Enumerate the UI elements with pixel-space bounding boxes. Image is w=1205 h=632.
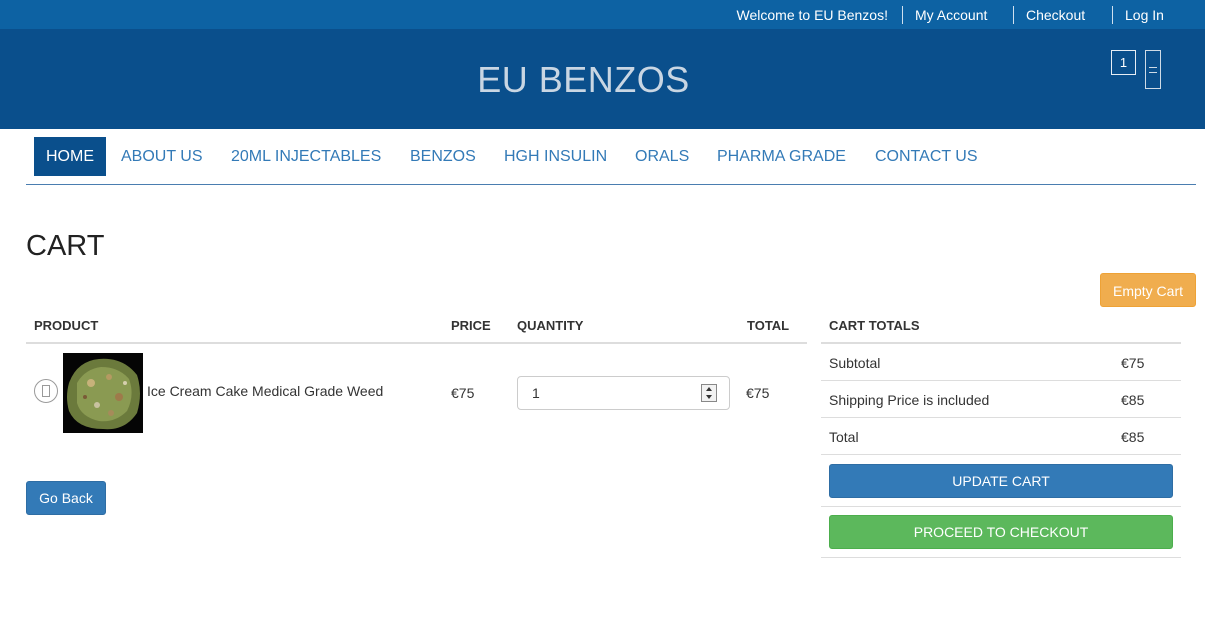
empty-cart-button[interactable]: Empty Cart: [1100, 273, 1196, 307]
site-header: EU BENZOS 1: [0, 29, 1205, 129]
col-price: PRICE: [451, 318, 491, 333]
go-back-button[interactable]: Go Back: [26, 481, 106, 515]
product-thumbnail[interactable]: [63, 353, 143, 433]
subtotal-label: Subtotal: [829, 355, 881, 371]
total-value: €85: [1121, 429, 1145, 445]
update-cart-button[interactable]: UPDATE CART: [829, 464, 1173, 498]
checkout-link[interactable]: Checkout: [1013, 5, 1112, 24]
quantity-stepper[interactable]: 1: [517, 376, 730, 410]
totals-row-subtotal: Subtotal €75: [821, 344, 1181, 381]
nav-about-us[interactable]: ABOUT US: [121, 137, 203, 176]
nav-20ml-injectables[interactable]: 20ML INJECTABLES: [231, 137, 381, 176]
cart-count-badge[interactable]: 1: [1111, 50, 1136, 75]
totals-row-shipping: Shipping Price is included €85: [821, 381, 1181, 418]
quantity-value: 1: [532, 385, 540, 401]
total-label: Total: [829, 429, 859, 445]
product-name[interactable]: Ice Cream Cake Medical Grade Weed: [147, 383, 383, 399]
nav-hgh-insulin[interactable]: HGH INSULIN: [504, 137, 607, 176]
shipping-value: €85: [1121, 392, 1145, 408]
totals-row-total: Total €85: [821, 418, 1181, 455]
item-total: €75: [746, 385, 770, 401]
col-quantity: QUANTITY: [517, 318, 584, 333]
col-product: PRODUCT: [34, 318, 99, 333]
nav-orals[interactable]: ORALS: [635, 137, 689, 176]
page-title: CART: [26, 230, 105, 262]
item-price: €75: [451, 385, 475, 401]
nav-contact-us[interactable]: CONTACT US: [875, 137, 978, 176]
top-links: Welcome to EU Benzos! My Account Checkou…: [725, 0, 1205, 29]
login-link[interactable]: Log In: [1112, 5, 1205, 24]
cart-totals-heading: CART TOTALS: [829, 318, 920, 333]
proceed-to-checkout-button[interactable]: PROCEED TO CHECKOUT: [829, 515, 1173, 549]
remove-item-icon[interactable]: [34, 379, 58, 403]
nav-pharma-grade[interactable]: PHARMA GRADE: [717, 137, 846, 176]
main-nav: HOME ABOUT US 20ML INJECTABLES BENZOS HG…: [26, 129, 1196, 185]
site-title[interactable]: EU BENZOS: [0, 59, 1167, 101]
nav-benzos[interactable]: BENZOS: [410, 137, 476, 176]
quantity-spinner[interactable]: [701, 384, 717, 402]
table-header-divider: [26, 342, 807, 344]
cart-icon[interactable]: [1145, 50, 1161, 89]
my-account-link[interactable]: My Account: [902, 5, 1013, 24]
shipping-label: Shipping Price is included: [829, 392, 990, 408]
subtotal-value: €75: [1121, 355, 1145, 371]
top-bar: Welcome to EU Benzos! My Account Checkou…: [0, 0, 1205, 29]
totals-separator: [821, 506, 1181, 507]
welcome-text: Welcome to EU Benzos!: [736, 6, 888, 23]
col-total: TOTAL: [747, 318, 790, 333]
totals-bottom-separator: [821, 557, 1181, 558]
nav-home[interactable]: HOME: [34, 137, 106, 176]
